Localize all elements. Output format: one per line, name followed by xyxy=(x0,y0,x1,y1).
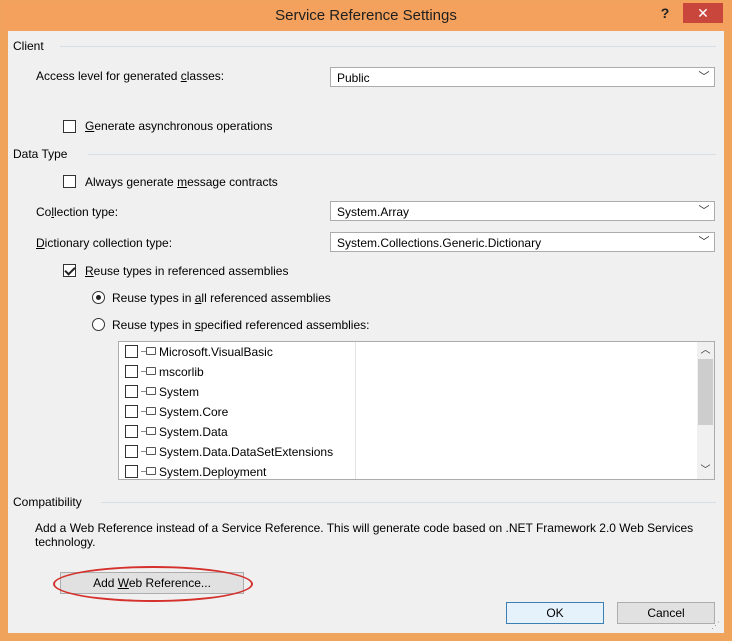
compatibility-description: Add a Web Reference instead of a Service… xyxy=(35,521,694,549)
cancel-button[interactable]: Cancel xyxy=(617,602,715,624)
dictionary-type-value: System.Collections.Generic.Dictionary xyxy=(337,236,542,250)
async-operations-label: Generate asynchronous operations xyxy=(85,119,273,133)
help-button[interactable]: ? xyxy=(655,3,675,25)
ok-button[interactable]: OK xyxy=(506,602,604,624)
data-type-group-line xyxy=(88,154,716,155)
assembly-checkbox[interactable] xyxy=(125,425,138,438)
assembly-checkbox[interactable] xyxy=(125,445,138,458)
list-scrollbar[interactable]: ︿ ﹀ xyxy=(697,342,714,479)
assembly-name: Microsoft.VisualBasic xyxy=(159,345,273,359)
reuse-all-label: Reuse types in all referenced assemblies xyxy=(112,291,331,305)
resize-grip-icon[interactable]: ⋰ xyxy=(711,620,721,630)
list-column-divider xyxy=(355,342,356,479)
title-bar[interactable]: Service Reference Settings ? ✕ xyxy=(1,1,731,31)
chevron-up-icon[interactable]: ︿ xyxy=(697,342,714,359)
close-button[interactable]: ✕ xyxy=(683,3,723,23)
reuse-types-checkbox[interactable] xyxy=(63,264,76,277)
assembly-checkbox[interactable] xyxy=(125,465,138,478)
data-type-group-label: Data Type xyxy=(13,147,68,161)
chevron-down-icon: ﹀ xyxy=(698,236,710,248)
assembly-icon xyxy=(146,367,156,375)
compatibility-group-line xyxy=(101,502,716,503)
assembly-name: System.Deployment xyxy=(159,465,267,479)
async-operations-checkbox[interactable] xyxy=(63,120,76,133)
dictionary-type-select[interactable]: System.Collections.Generic.Dictionary ﹀ xyxy=(330,232,715,252)
collection-type-select[interactable]: System.Array ﹀ xyxy=(330,201,715,221)
collection-type-label: Collection type: xyxy=(36,205,119,219)
assembly-name: mscorlib xyxy=(159,365,204,379)
assembly-name: System.Data xyxy=(159,425,228,439)
chevron-down-icon[interactable]: ﹀ xyxy=(697,462,714,479)
assembly-checkbox[interactable] xyxy=(125,345,138,358)
dialog-window: Service Reference Settings ? ✕ Client Ac… xyxy=(0,0,732,641)
assembly-icon xyxy=(146,387,156,395)
reuse-all-radio[interactable] xyxy=(92,291,105,304)
assembly-checkbox[interactable] xyxy=(125,405,138,418)
assembly-name: System.Data.DataSetExtensions xyxy=(159,445,334,459)
assembly-icon xyxy=(146,447,156,455)
chevron-down-icon: ﹀ xyxy=(698,205,710,217)
dictionary-type-label: Dictionary collection type: xyxy=(36,236,173,250)
assembly-checkbox[interactable] xyxy=(125,385,138,398)
reuse-types-label: Reuse types in referenced assemblies xyxy=(85,264,289,278)
client-group-line xyxy=(60,46,716,47)
message-contracts-label: Always generate message contracts xyxy=(85,175,278,189)
chevron-down-icon: ﹀ xyxy=(698,71,710,83)
scrollbar-thumb[interactable] xyxy=(698,359,713,425)
assembly-name: System.Core xyxy=(159,405,229,419)
access-level-label: Access level for generated classes: xyxy=(36,69,225,83)
reuse-specified-radio[interactable] xyxy=(92,318,105,331)
compatibility-group-label: Compatibility xyxy=(13,495,82,509)
message-contracts-checkbox[interactable] xyxy=(63,175,76,188)
assembly-name: System xyxy=(159,385,200,399)
assembly-icon xyxy=(146,427,156,435)
assembly-icon xyxy=(146,347,156,355)
assembly-icon xyxy=(146,407,156,415)
access-level-select[interactable]: Public ﹀ xyxy=(330,67,715,87)
client-group-label: Client xyxy=(13,39,44,53)
access-level-value: Public xyxy=(337,71,370,85)
collection-type-value: System.Array xyxy=(337,205,410,219)
reuse-specified-label: Reuse types in specified referenced asse… xyxy=(112,318,370,332)
dialog-title: Service Reference Settings xyxy=(275,7,457,24)
assemblies-listbox[interactable]: Microsoft.VisualBasic mscorlib System Sy… xyxy=(118,341,715,480)
highlight-ellipse xyxy=(53,566,253,602)
dialog-body: Client Access level for generated classe… xyxy=(8,31,724,633)
assembly-icon xyxy=(146,467,156,475)
assembly-checkbox[interactable] xyxy=(125,365,138,378)
